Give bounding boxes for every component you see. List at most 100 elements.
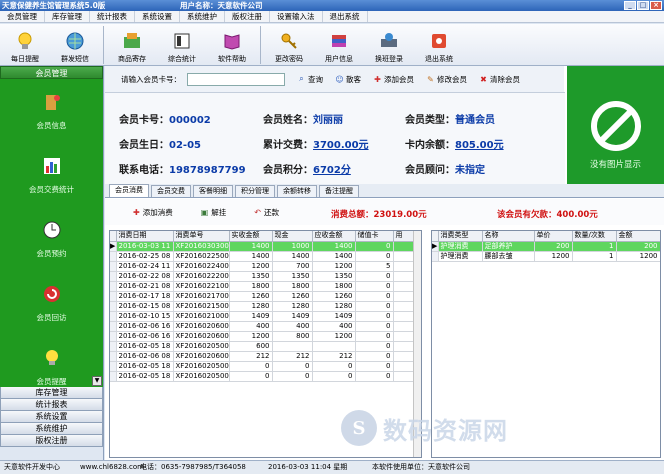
table-cell: 0	[272, 361, 313, 372]
sidebar-item-member-info[interactable]: 会员信息	[0, 79, 103, 143]
repay-button[interactable]: ↶ 还款	[254, 207, 279, 218]
stats-button[interactable]: 综合统计	[157, 24, 207, 66]
sidebar-item-fee-stats[interactable]: 会员交费统计	[0, 143, 103, 207]
table-cell: 2016-02-05 18	[116, 341, 174, 352]
menu-reports[interactable]: 统计报表	[90, 11, 135, 22]
table-cell: 2016-02-24 11	[116, 261, 174, 272]
column-header[interactable]: 实收金额	[229, 231, 273, 242]
table-row[interactable]: 2016-02-06 08XF2016020600012122122120	[110, 351, 416, 362]
menu-settings[interactable]: 系统设置	[135, 11, 180, 22]
table-row[interactable]: 护理消费 腰部去皱 1200 1 1200	[432, 251, 660, 262]
card-search-input[interactable]	[187, 72, 285, 86]
table-cell: 护理消费	[438, 251, 483, 262]
tab-consume[interactable]: 会员消费	[109, 184, 149, 197]
menu-member[interactable]: 会员管理	[0, 11, 45, 22]
table-row[interactable]: 2016-02-05 18XF201602050003600 0	[110, 341, 416, 352]
table-row[interactable]: 2016-02-15 08XF2016021500021280128012800	[110, 301, 416, 312]
sidebar-group-settings[interactable]: 系统设置	[0, 411, 103, 423]
menu-exit[interactable]: 退出系统	[323, 11, 368, 22]
column-header[interactable]: 消费单号	[173, 231, 230, 242]
unhang-button[interactable]: ▣ 解挂	[201, 207, 227, 218]
member-phone: 联系电话：19878987799	[119, 165, 246, 176]
sidebar-group-inventory[interactable]: 库存管理	[0, 387, 103, 399]
guest-button[interactable]: ☺ 散客	[335, 74, 361, 85]
table-row[interactable]: 2016-02-24 11XF201602240001120070012005	[110, 261, 416, 272]
exit-system-button[interactable]: 退出系统	[414, 24, 464, 66]
table-cell: 1350	[272, 271, 313, 282]
table-row[interactable]: 2016-02-06 16XF201602060004120080012000	[110, 331, 416, 342]
table-cell: 2016-02-17 18	[116, 291, 174, 302]
lightbulb-icon	[18, 32, 32, 49]
switch-shift-button[interactable]: 换班登录	[364, 24, 414, 66]
sidebar-item-reminder[interactable]: 会员提醒	[0, 335, 103, 387]
tab-balance-transfer[interactable]: 余额转移	[277, 185, 317, 197]
query-button[interactable]: ⌕ 查询	[297, 74, 323, 85]
delete-member-button[interactable]: ✖ 清除会员	[479, 74, 520, 85]
column-header[interactable]: 金额	[616, 231, 660, 242]
table-cell	[393, 291, 416, 302]
edit-member-button[interactable]: ✎ 修改会员	[426, 74, 467, 85]
member-points: 会员积分：6702分	[263, 165, 351, 176]
table-cell: XF201602250001	[173, 251, 230, 262]
menu-maintenance[interactable]: 系统维护	[180, 11, 225, 22]
sidebar-group-maintenance[interactable]: 系统维护	[0, 423, 103, 435]
table-row[interactable]: 2016-02-05 18XF2016020500080000	[110, 371, 416, 382]
tab-points[interactable]: 积分管理	[235, 185, 275, 197]
total-spent: 累计交费：3700.00元	[263, 140, 369, 151]
sidebar-item-appointment[interactable]: 会员预约	[0, 207, 103, 271]
menu-inventory[interactable]: 库存管理	[45, 11, 90, 22]
clock-icon	[43, 221, 60, 238]
status-company: 天意软件开发中心	[4, 463, 60, 471]
guest-icon: ☺	[335, 74, 344, 84]
column-header[interactable]: 用	[393, 231, 416, 242]
table-row[interactable]: 2016-02-25 08XF2016022500011400140014000	[110, 251, 416, 262]
watermark-logo: S	[341, 410, 377, 446]
tab-meal-details[interactable]: 客餐明细	[193, 185, 233, 197]
user-info-button[interactable]: 用户信息	[314, 24, 364, 66]
table-cell: 1400	[312, 241, 356, 252]
sidebar-header[interactable]: 会员管理	[0, 66, 103, 79]
table-row[interactable]: 2016-02-21 08XF2016022100011800180018000	[110, 281, 416, 292]
sidebar-item-revisit[interactable]: 会员回访	[0, 271, 103, 335]
change-password-button[interactable]: 更改密码	[264, 24, 314, 66]
sms-button[interactable]: 群发短信	[50, 24, 100, 66]
minimize-button[interactable]: _	[624, 1, 636, 10]
column-header[interactable]: 应收金额	[312, 231, 356, 242]
column-header[interactable]: 消费日期	[116, 231, 174, 242]
table-cell	[393, 241, 416, 252]
sidebar-group-reports[interactable]: 统计报表	[0, 399, 103, 411]
scroll-down-button[interactable]: ▼	[92, 376, 102, 386]
menu-registration[interactable]: 版权注册	[225, 11, 270, 22]
table-row[interactable]: 2016-02-05 18XF2016020500090000	[110, 361, 416, 372]
add-consume-button[interactable]: ✚ 添加消费	[133, 207, 173, 218]
table-row[interactable]: ▶2016-03-03 11XF201603030001140010001400…	[110, 241, 416, 252]
help-button[interactable]: 软件帮助	[207, 24, 257, 66]
table-row[interactable]: 2016-02-06 16XF2016020600054004004000	[110, 321, 416, 332]
table-row[interactable]: 2016-02-10 15XF2016021000031409140914090	[110, 311, 416, 322]
table-cell	[393, 351, 416, 362]
column-header[interactable]: 储值卡	[355, 231, 394, 242]
daily-reminder-button[interactable]: 每日提醒	[0, 24, 50, 66]
table-row[interactable]: 2016-02-17 18XF2016021700031260126012600	[110, 291, 416, 302]
close-button[interactable]: ×	[650, 1, 662, 10]
bulb-icon	[45, 349, 58, 365]
table-cell: 腰部去皱	[482, 251, 535, 262]
table-cell: XF201602100003	[173, 311, 230, 322]
column-header[interactable]: 单价	[534, 231, 573, 242]
tab-fees[interactable]: 会员交费	[151, 185, 191, 197]
column-header[interactable]: 消费类型	[438, 231, 483, 242]
sidebar-group-registration[interactable]: 版权注册	[0, 435, 103, 447]
table-row[interactable]: 2016-02-22 08XF2016022200021350135013500	[110, 271, 416, 282]
add-member-button[interactable]: ✚ 添加会员	[373, 74, 414, 85]
table-row[interactable]: ▶ 护理消费 足部养护 200 1 200	[432, 241, 660, 252]
menu-input-method[interactable]: 设置输入法	[270, 11, 323, 22]
member-advisor: 会员顾问：未指定	[405, 165, 485, 176]
goods-storage-button[interactable]: 商品寄存	[107, 24, 157, 66]
column-header[interactable]: 现金	[272, 231, 313, 242]
column-header[interactable]: 名称	[482, 231, 535, 242]
table-cell: 1280	[272, 301, 313, 312]
maximize-button[interactable]: □	[637, 1, 649, 10]
edit-icon: ✎	[427, 74, 434, 84]
column-header[interactable]: 数量/次数	[572, 231, 617, 242]
tab-notes[interactable]: 备注提醒	[319, 185, 359, 197]
